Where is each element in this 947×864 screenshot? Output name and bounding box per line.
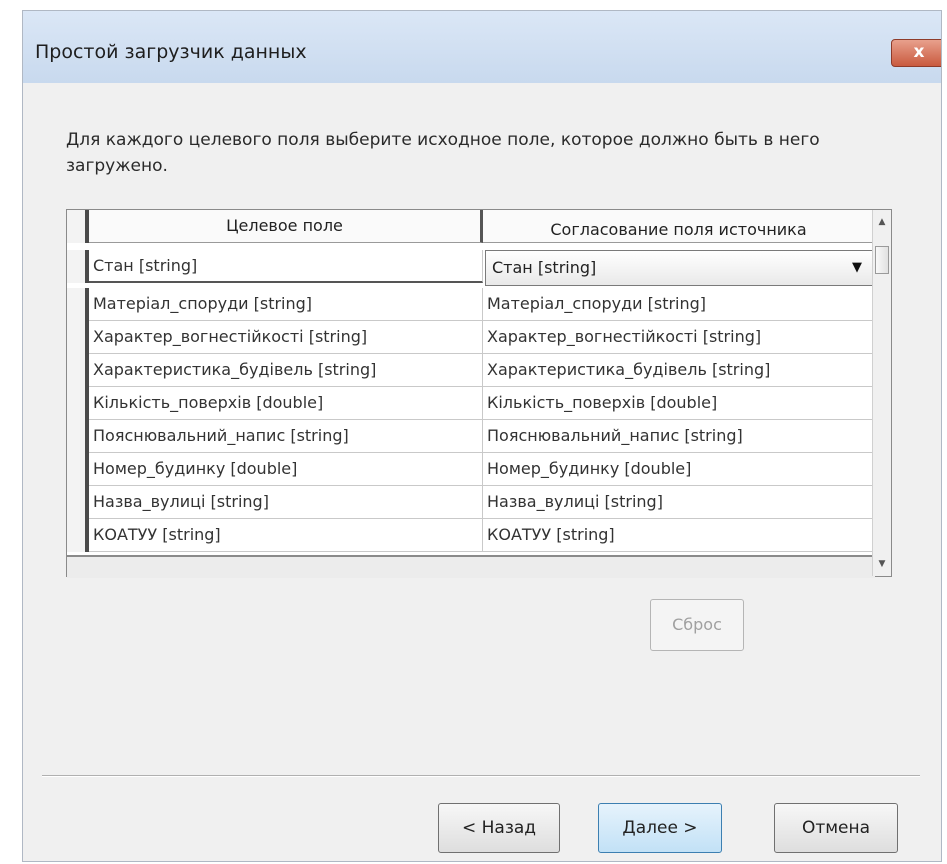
data-loader-dialog: Простой загрузчик данных x Для каждого ц…: [22, 10, 942, 862]
target-field-cell[interactable]: Матеріал_споруди [string]: [89, 288, 483, 321]
row-header-corner: [67, 210, 89, 243]
table-row[interactable]: КОАТУУ [string] КОАТУУ [string]: [67, 519, 875, 552]
source-field-cell[interactable]: Характер_вогнестійкості [string]: [483, 321, 875, 354]
table-row[interactable]: Кількість_поверхів [double] Кількість_по…: [67, 387, 875, 420]
table-row[interactable]: Пояснювальний_напис [string] Пояснювальн…: [67, 420, 875, 453]
source-field-cell[interactable]: КОАТУУ [string]: [483, 519, 875, 552]
target-field-cell[interactable]: Характеристика_будівель [string]: [89, 354, 483, 387]
source-field-cell[interactable]: Матеріал_споруди [string]: [483, 288, 875, 321]
back-button[interactable]: < Назад: [438, 803, 560, 853]
instructions-text: Для каждого целевого поля выберите исход…: [66, 130, 820, 176]
table-row[interactable]: Назва_вулиці [string] Назва_вулиці [stri…: [67, 486, 875, 519]
grid-empty-area: [67, 555, 875, 578]
vertical-scrollbar[interactable]: ▲ ▼: [872, 210, 891, 576]
source-field-dropdown[interactable]: Стан [string] ▼: [485, 250, 875, 286]
field-mapping-grid: Целевое поле Согласование поля источника…: [66, 209, 892, 578]
grid-header-row: Целевое поле Согласование поля источника: [67, 210, 875, 243]
row-header[interactable]: [67, 486, 89, 519]
close-button[interactable]: x: [891, 39, 941, 67]
target-field-cell[interactable]: Кількість_поверхів [double]: [89, 387, 483, 420]
row-header[interactable]: [67, 288, 89, 321]
title-bar: Простой загрузчик данных x: [23, 11, 941, 83]
row-header[interactable]: [67, 420, 89, 453]
reset-button[interactable]: Сброс: [650, 599, 744, 651]
target-field-cell[interactable]: Назва_вулиці [string]: [89, 486, 483, 519]
scrollbar-thumb[interactable]: [875, 246, 889, 274]
arrow-up-icon[interactable]: ▲: [873, 212, 891, 232]
cancel-button[interactable]: Отмена: [774, 803, 898, 853]
row-header[interactable]: [67, 250, 89, 283]
chevron-down-icon[interactable]: ▼: [852, 251, 862, 285]
row-header[interactable]: [67, 453, 89, 486]
target-field-cell[interactable]: Номер_будинку [double]: [89, 453, 483, 486]
target-field-cell[interactable]: Характер_вогнестійкості [string]: [89, 321, 483, 354]
row-header[interactable]: [67, 387, 89, 420]
row-header[interactable]: [67, 519, 89, 552]
source-field-cell[interactable]: Пояснювальний_напис [string]: [483, 420, 875, 453]
target-field-cell[interactable]: Стан [string]: [89, 250, 483, 283]
source-field-cell[interactable]: Назва_вулиці [string]: [483, 486, 875, 519]
target-field-cell[interactable]: Пояснювальний_напис [string]: [89, 420, 483, 453]
source-field-cell[interactable]: Характеристика_будівель [string]: [483, 354, 875, 387]
table-row[interactable]: Характер_вогнестійкості [string] Характе…: [67, 321, 875, 354]
row-header[interactable]: [67, 354, 89, 387]
source-field-dropdown-value: Стан [string]: [492, 258, 597, 277]
column-header-target[interactable]: Целевое поле: [89, 210, 483, 243]
target-field-cell[interactable]: КОАТУУ [string]: [89, 519, 483, 552]
window-title: Простой загрузчик данных: [35, 41, 307, 63]
dialog-content: Для каждого целевого поля выберите исход…: [32, 83, 930, 861]
table-row[interactable]: Номер_будинку [double] Номер_будинку [do…: [67, 453, 875, 486]
table-row[interactable]: Матеріал_споруди [string] Матеріал_спору…: [67, 288, 875, 321]
source-field-cell[interactable]: Номер_будинку [double]: [483, 453, 875, 486]
source-field-cell[interactable]: Кількість_поверхів [double]: [483, 387, 875, 420]
table-row[interactable]: Характеристика_будівель [string] Характе…: [67, 354, 875, 387]
arrow-down-icon[interactable]: ▼: [873, 554, 891, 574]
column-header-source[interactable]: Согласование поля источника: [483, 210, 875, 243]
footer-separator: [42, 775, 920, 777]
next-button[interactable]: Далее >: [598, 803, 722, 853]
row-header[interactable]: [67, 321, 89, 354]
